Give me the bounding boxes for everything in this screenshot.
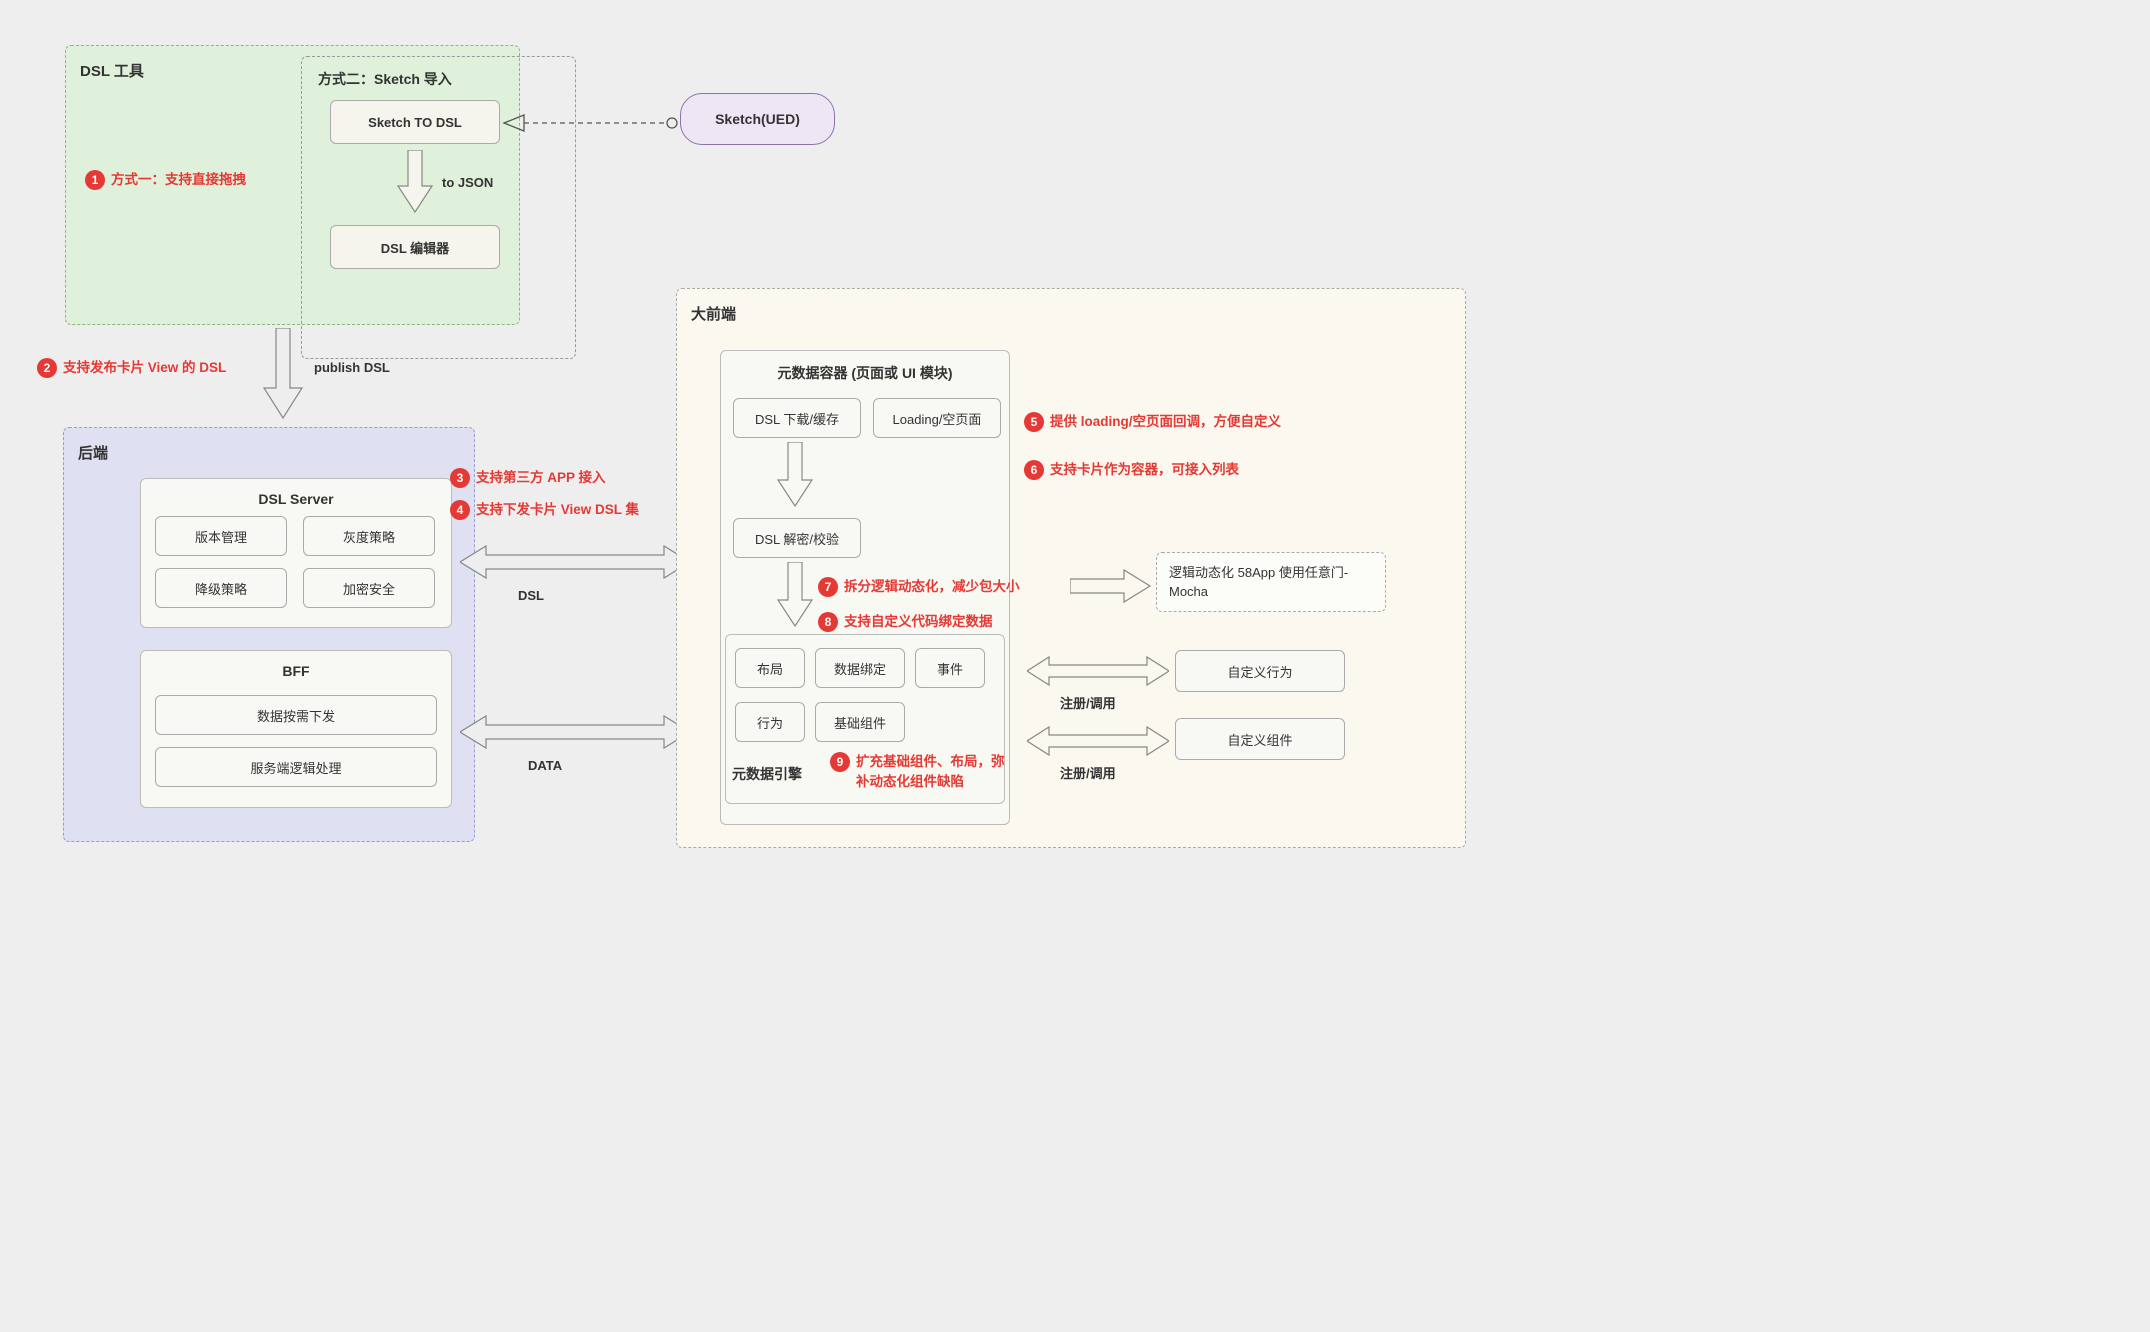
annotation-8: 8 支持自定义代码绑定数据: [818, 612, 993, 632]
badge-1: 1: [85, 170, 105, 190]
data-label: DATA: [528, 758, 562, 773]
arrow-bidir-regcall-1: [1027, 652, 1169, 690]
annotation-6-text: 支持卡片作为容器，可接入列表: [1050, 460, 1239, 480]
arrow-bidir-data: [460, 710, 690, 754]
annotation-4: 4 支持下发卡片 View DSL 集: [450, 500, 639, 520]
annotation-2-text: 支持发布卡片 View 的 DSL: [63, 358, 226, 378]
badge-9: 9: [830, 752, 850, 772]
sketch-ued-pill: Sketch(UED): [680, 93, 835, 145]
annotation-3-text: 支持第三方 APP 接入: [476, 468, 606, 488]
dsl-editor-block: DSL 编辑器: [330, 225, 500, 269]
arrow-sketch-ued-to-dsl: [500, 115, 680, 135]
annotation-9: 9 扩充基础组件、布局，弥补动态化组件缺陷: [830, 752, 1010, 793]
annotation-2: 2 支持发布卡片 View 的 DSL: [37, 358, 226, 378]
method2-title: 方式二：Sketch 导入: [310, 65, 567, 93]
dsl-download-block: DSL 下载/缓存: [733, 398, 861, 438]
engine-item-4: 基础组件: [815, 702, 905, 742]
engine-title: 元数据引擎: [732, 764, 802, 784]
frontend-title: 大前端: [689, 299, 1453, 328]
dsl-label: DSL: [518, 588, 544, 603]
loading-empty-block: Loading/空页面: [873, 398, 1001, 438]
arrow-bidir-dsl: [460, 540, 690, 584]
annotation-5-text: 提供 loading/空页面回调，方便自定义: [1050, 412, 1281, 432]
logic-dynamic-text: 逻辑动态化 58App 使用任意门-Mocha: [1169, 563, 1373, 602]
badge-5: 5: [1024, 412, 1044, 432]
custom-behavior-block: 自定义行为: [1175, 650, 1345, 692]
badge-4: 4: [450, 500, 470, 520]
regcall-2-label: 注册/调用: [1060, 763, 1116, 782]
meta-container-title: 元数据容器 (页面或 UI 模块): [733, 363, 997, 383]
dsl-server-item-0: 版本管理: [155, 516, 287, 556]
badge-7: 7: [818, 577, 838, 597]
badge-8: 8: [818, 612, 838, 632]
badge-2: 2: [37, 358, 57, 378]
engine-item-0: 布局: [735, 648, 805, 688]
arrow-bidir-regcall-2: [1027, 722, 1169, 760]
custom-component-block: 自定义组件: [1175, 718, 1345, 760]
annotation-8-text: 支持自定义代码绑定数据: [844, 612, 993, 632]
engine-item-2: 事件: [915, 648, 985, 688]
engine-item-1: 数据绑定: [815, 648, 905, 688]
badge-6: 6: [1024, 460, 1044, 480]
dsl-server-title: DSL Server: [153, 491, 439, 507]
engine-item-3: 行为: [735, 702, 805, 742]
dsl-server-item-2: 降级策略: [155, 568, 287, 608]
annotation-9-text: 扩充基础组件、布局，弥补动态化组件缺陷: [856, 752, 1010, 793]
annotation-6: 6 支持卡片作为容器，可接入列表: [1024, 460, 1239, 480]
annotation-1-text: 方式一：支持直接拖拽: [111, 170, 246, 190]
bff-title: BFF: [153, 663, 439, 679]
badge-3: 3: [450, 468, 470, 488]
dsl-server-item-1: 灰度策略: [303, 516, 435, 556]
publish-dsl-label: publish DSL: [314, 360, 390, 375]
to-json-label: to JSON: [442, 175, 493, 190]
annotation-4-text: 支持下发卡片 View DSL 集: [476, 500, 639, 520]
dsl-server-item-3: 加密安全: [303, 568, 435, 608]
annotation-7: 7 拆分逻辑动态化，减少包大小: [818, 577, 1020, 597]
logic-dynamic-block: 逻辑动态化 58App 使用任意门-Mocha: [1156, 552, 1386, 612]
backend-title: 后端: [76, 438, 462, 467]
annotation-7-text: 拆分逻辑动态化，减少包大小: [844, 577, 1020, 597]
dsl-decrypt-block: DSL 解密/校验: [733, 518, 861, 558]
sketch-to-dsl-block: Sketch TO DSL: [330, 100, 500, 144]
regcall-1-label: 注册/调用: [1060, 693, 1116, 712]
bff-item-0: 数据按需下发: [155, 695, 437, 735]
bff-item-1: 服务端逻辑处理: [155, 747, 437, 787]
annotation-1: 1 方式一：支持直接拖拽: [85, 170, 246, 190]
annotation-3: 3 支持第三方 APP 接入: [450, 468, 606, 488]
annotation-5: 5 提供 loading/空页面回调，方便自定义: [1024, 412, 1281, 432]
